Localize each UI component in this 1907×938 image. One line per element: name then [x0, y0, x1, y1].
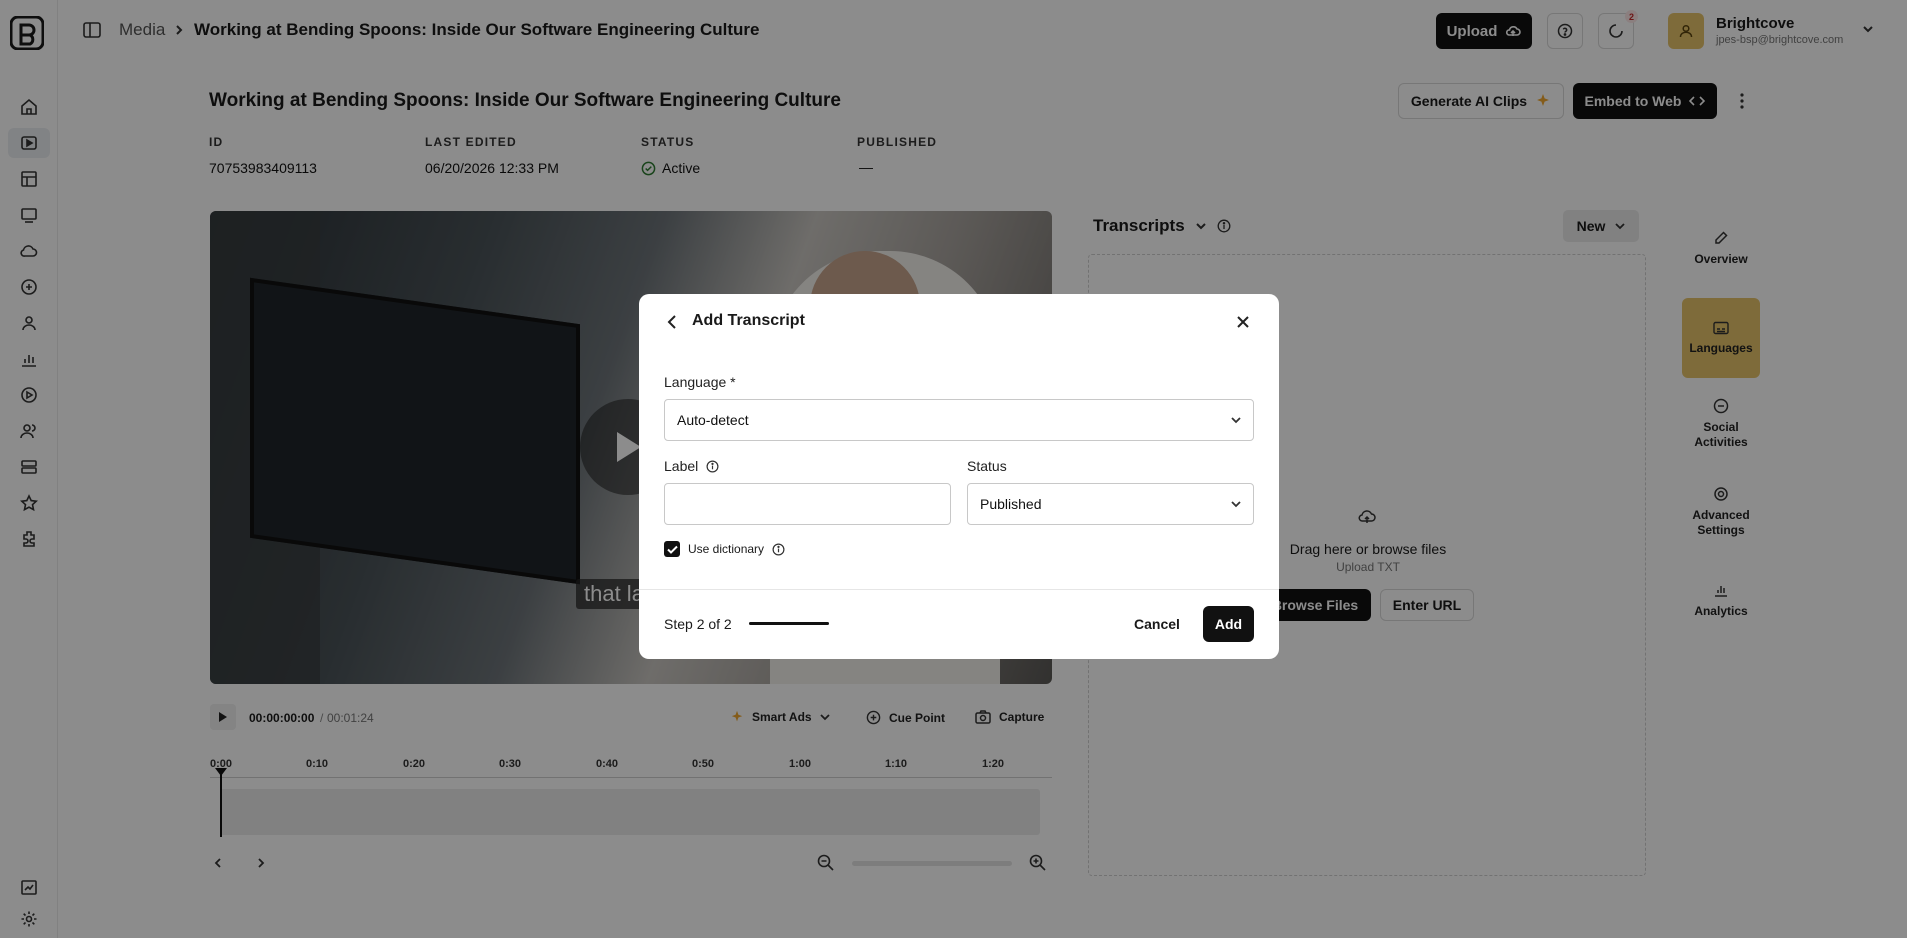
- use-dictionary-label[interactable]: Use dictionary: [688, 542, 764, 556]
- label-field-label: Label: [664, 458, 719, 474]
- label-label-text: Label: [664, 458, 699, 474]
- step-progress-track: [749, 622, 829, 625]
- status-value: Published: [980, 496, 1042, 512]
- close-icon[interactable]: [1236, 315, 1250, 329]
- language-label: Language *: [664, 374, 736, 390]
- use-dictionary-checkbox[interactable]: [664, 541, 680, 557]
- add-button[interactable]: Add: [1203, 606, 1254, 642]
- info-icon[interactable]: [772, 543, 785, 556]
- add-transcript-modal: Add Transcript Language * Auto-detect La…: [639, 294, 1279, 659]
- status-label: Status: [967, 458, 1007, 474]
- chevron-down-icon: [1231, 500, 1241, 508]
- info-icon[interactable]: [706, 460, 719, 473]
- add-label: Add: [1214, 616, 1243, 632]
- language-select[interactable]: Auto-detect: [664, 399, 1254, 441]
- step-indicator: Step 2 of 2: [664, 616, 732, 632]
- label-input[interactable]: [664, 483, 951, 525]
- modal-title: Add Transcript: [692, 312, 805, 329]
- cancel-button[interactable]: Cancel: [1134, 616, 1180, 632]
- modal-footer-divider: [639, 589, 1279, 590]
- language-value: Auto-detect: [677, 412, 749, 428]
- step-progress-fill: [749, 622, 829, 625]
- use-dictionary-row: Use dictionary: [664, 541, 785, 557]
- status-select[interactable]: Published: [967, 483, 1254, 525]
- chevron-down-icon: [1231, 416, 1241, 424]
- back-arrow-icon[interactable]: [665, 313, 681, 331]
